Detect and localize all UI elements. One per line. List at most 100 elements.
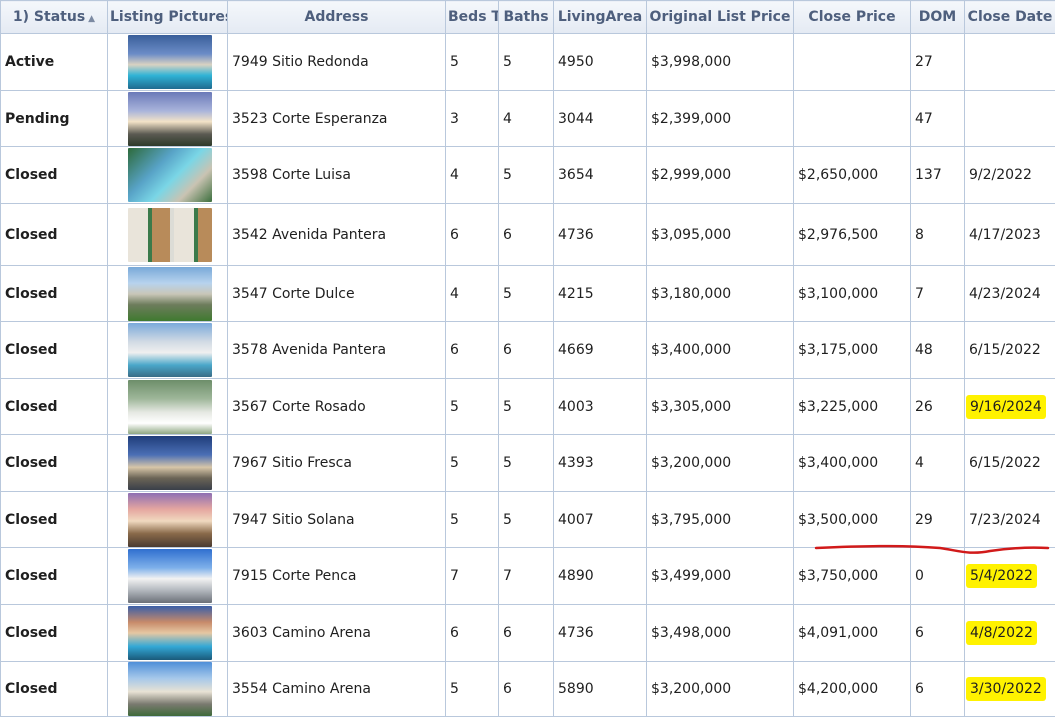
cell-original-list-price: $3,180,000 xyxy=(647,266,794,322)
table-row[interactable]: Closed7967 Sitio Fresca554393$3,200,000$… xyxy=(1,435,1055,492)
listing-photo-thumbnail[interactable] xyxy=(128,606,212,660)
header-row: 1) Status▲ Listing Pictures Address Beds… xyxy=(1,1,1055,34)
highlighted-close-date: 4/8/2022 xyxy=(966,621,1037,645)
listing-photo-thumbnail[interactable] xyxy=(128,380,212,434)
cell-close-date xyxy=(965,34,1055,91)
cell-address: 3542 Avenida Pantera xyxy=(228,204,446,266)
cell-beds: 5 xyxy=(446,435,499,492)
cell-baths: 5 xyxy=(499,492,554,548)
cell-baths: 7 xyxy=(499,548,554,605)
table-row[interactable]: Closed3554 Camino Arena565890$3,200,000$… xyxy=(1,662,1055,717)
table-row[interactable]: Closed3603 Camino Arena664736$3,498,000$… xyxy=(1,605,1055,662)
cell-baths: 6 xyxy=(499,204,554,266)
cell-baths: 6 xyxy=(499,322,554,379)
cell-status: Closed xyxy=(1,548,108,605)
cell-address: 3567 Corte Rosado xyxy=(228,379,446,435)
listing-photo-thumbnail[interactable] xyxy=(128,92,212,146)
col-header-original-list-price[interactable]: Original List Price xyxy=(647,1,794,34)
listing-photo-thumbnail[interactable] xyxy=(128,323,212,377)
cell-beds: 6 xyxy=(446,204,499,266)
cell-status: Closed xyxy=(1,322,108,379)
cell-beds: 5 xyxy=(446,492,499,548)
col-header-close-price[interactable]: Close Price xyxy=(794,1,911,34)
table-row[interactable]: Pending3523 Corte Esperanza343044$2,399,… xyxy=(1,91,1055,147)
cell-close-date: 6/15/2022 xyxy=(965,435,1055,492)
col-header-address[interactable]: Address xyxy=(228,1,446,34)
highlighted-close-date: 3/30/2022 xyxy=(966,677,1046,701)
cell-status: Closed xyxy=(1,266,108,322)
cell-baths: 6 xyxy=(499,605,554,662)
cell-baths: 5 xyxy=(499,435,554,492)
table-row[interactable]: Active7949 Sitio Redonda554950$3,998,000… xyxy=(1,34,1055,91)
col-header-living-area[interactable]: LivingArea xyxy=(554,1,647,34)
col-header-baths[interactable]: Baths xyxy=(499,1,554,34)
table-row[interactable]: Closed3547 Corte Dulce454215$3,180,000$3… xyxy=(1,266,1055,322)
cell-listing-picture xyxy=(108,91,228,147)
cell-living-area: 4215 xyxy=(554,266,647,322)
cell-listing-picture xyxy=(108,147,228,204)
listing-photo-thumbnail[interactable] xyxy=(128,208,212,262)
cell-baths: 5 xyxy=(499,147,554,204)
cell-status: Active xyxy=(1,34,108,91)
cell-status: Closed xyxy=(1,379,108,435)
cell-beds: 6 xyxy=(446,605,499,662)
cell-dom: 48 xyxy=(911,322,965,379)
listing-photo-thumbnail[interactable] xyxy=(128,436,212,490)
col-header-beds[interactable]: Beds Total xyxy=(446,1,499,34)
listing-photo-thumbnail[interactable] xyxy=(128,549,212,603)
cell-living-area: 4007 xyxy=(554,492,647,548)
col-header-dom[interactable]: DOM xyxy=(911,1,965,34)
cell-original-list-price: $3,095,000 xyxy=(647,204,794,266)
highlighted-close-date: 5/4/2022 xyxy=(966,564,1037,588)
cell-baths: 5 xyxy=(499,34,554,91)
cell-living-area: 5890 xyxy=(554,662,647,717)
sort-arrows-icon[interactable]: ▲ xyxy=(88,14,95,24)
cell-close-price: $3,225,000 xyxy=(794,379,911,435)
cell-status: Closed xyxy=(1,435,108,492)
table-row[interactable]: Closed3542 Avenida Pantera664736$3,095,0… xyxy=(1,204,1055,266)
cell-beds: 6 xyxy=(446,322,499,379)
col-header-status[interactable]: 1) Status▲ xyxy=(1,1,108,34)
cell-close-price xyxy=(794,34,911,91)
cell-address: 3598 Corte Luisa xyxy=(228,147,446,204)
cell-address: 3603 Camino Arena xyxy=(228,605,446,662)
listing-photo-thumbnail[interactable] xyxy=(128,662,212,716)
cell-living-area: 4736 xyxy=(554,204,647,266)
table-row[interactable]: Closed7915 Corte Penca774890$3,499,000$3… xyxy=(1,548,1055,605)
cell-listing-picture xyxy=(108,435,228,492)
table-row[interactable]: Closed3598 Corte Luisa453654$2,999,000$2… xyxy=(1,147,1055,204)
cell-dom: 26 xyxy=(911,379,965,435)
cell-original-list-price: $3,498,000 xyxy=(647,605,794,662)
listing-photo-thumbnail[interactable] xyxy=(128,148,212,202)
cell-address: 7947 Sitio Solana xyxy=(228,492,446,548)
cell-listing-picture xyxy=(108,266,228,322)
cell-close-date: 4/23/2024 xyxy=(965,266,1055,322)
cell-listing-picture xyxy=(108,662,228,717)
listing-photo-thumbnail[interactable] xyxy=(128,493,212,547)
cell-dom: 6 xyxy=(911,605,965,662)
cell-dom: 0 xyxy=(911,548,965,605)
table-row[interactable]: Closed3567 Corte Rosado554003$3,305,000$… xyxy=(1,379,1055,435)
listings-table: 1) Status▲ Listing Pictures Address Beds… xyxy=(0,0,1055,717)
cell-status: Closed xyxy=(1,662,108,717)
cell-listing-picture xyxy=(108,379,228,435)
table-row[interactable]: Closed7947 Sitio Solana554007$3,795,000$… xyxy=(1,492,1055,548)
col-header-listing-pictures[interactable]: Listing Pictures xyxy=(108,1,228,34)
cell-close-date: 7/23/2024 xyxy=(965,492,1055,548)
table-row[interactable]: Closed3578 Avenida Pantera664669$3,400,0… xyxy=(1,322,1055,379)
cell-listing-picture xyxy=(108,492,228,548)
listing-photo-thumbnail[interactable] xyxy=(128,267,212,321)
cell-address: 3523 Corte Esperanza xyxy=(228,91,446,147)
cell-listing-picture xyxy=(108,34,228,91)
cell-dom: 7 xyxy=(911,266,965,322)
cell-address: 7915 Corte Penca xyxy=(228,548,446,605)
cell-dom: 29 xyxy=(911,492,965,548)
cell-dom: 4 xyxy=(911,435,965,492)
cell-status: Closed xyxy=(1,147,108,204)
listing-photo-thumbnail[interactable] xyxy=(128,35,212,89)
cell-baths: 5 xyxy=(499,379,554,435)
cell-close-price: $2,650,000 xyxy=(794,147,911,204)
col-header-close-date[interactable]: Close Date xyxy=(965,1,1055,34)
cell-original-list-price: $3,499,000 xyxy=(647,548,794,605)
cell-dom: 27 xyxy=(911,34,965,91)
